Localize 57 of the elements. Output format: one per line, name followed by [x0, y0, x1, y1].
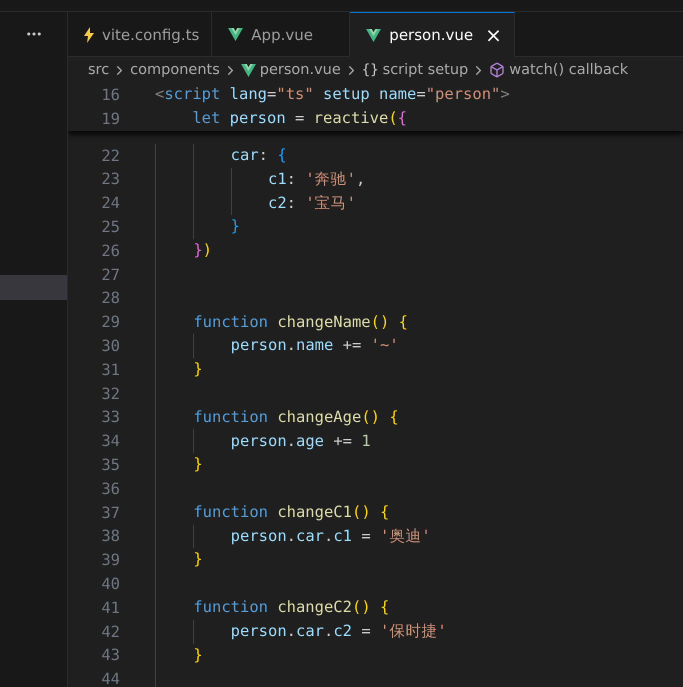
- line-number: 28: [100, 289, 120, 308]
- line-number: 34: [100, 432, 120, 450]
- code-line: car: {: [230, 148, 287, 164]
- code-line: person.car.c1 = '奥迪': [230, 528, 431, 544]
- line-number: 16: [100, 86, 120, 104]
- code-line: <script lang="ts" setup name="person">: [155, 87, 510, 103]
- breadcrumb-item[interactable]: src: [88, 62, 110, 78]
- line-number: 23: [100, 170, 120, 188]
- line-number: 38: [100, 527, 120, 546]
- line-number: 29: [100, 313, 120, 332]
- code-line: function changeC2() {: [192, 600, 390, 616]
- vue-icon: [228, 28, 244, 41]
- line-number: 30: [100, 337, 120, 356]
- line-number: 22: [100, 146, 120, 165]
- code-line: c1: '奔驰',: [266, 172, 366, 188]
- code-line: function changeC1() {: [192, 504, 390, 520]
- line-number: 27: [100, 266, 120, 284]
- cube-icon: [489, 62, 506, 78]
- line-number: 36: [100, 480, 120, 498]
- line-number: 32: [100, 384, 120, 403]
- code-line: }: [192, 552, 203, 568]
- line-number: 26: [100, 242, 120, 260]
- editor-tab[interactable]: person.vue ×: [350, 12, 515, 57]
- line-number: 25: [100, 218, 120, 236]
- breadcrumb-item[interactable]: components: [130, 62, 220, 78]
- vue-icon: [240, 64, 256, 76]
- vue-icon: [366, 28, 382, 42]
- lightning-icon: [84, 26, 94, 42]
- code-line: }: [230, 219, 240, 235]
- breadcrumb-item[interactable]: person.vue: [260, 62, 341, 78]
- line-number: 41: [100, 598, 120, 617]
- code-line: }): [192, 243, 212, 259]
- line-number: 40: [100, 575, 120, 594]
- line-number: 31: [100, 360, 120, 379]
- line-number: 35: [100, 456, 120, 474]
- line-number: 19: [100, 110, 120, 128]
- code-line: person.age += 1: [230, 434, 371, 449]
- line-number: 42: [100, 622, 120, 641]
- code-line: }: [192, 362, 203, 378]
- breadcrumb-item[interactable]: watch() callback: [509, 62, 628, 78]
- code-line: function changeAge() {: [192, 410, 399, 426]
- breadcrumb-item[interactable]: script setup: [382, 62, 468, 78]
- code-line: c2: '宝马': [266, 196, 356, 212]
- close-button[interactable]: ×: [485, 25, 502, 45]
- code-line: }: [192, 457, 203, 473]
- line-number: 24: [100, 194, 120, 212]
- code-line: function changeName() {: [192, 314, 408, 330]
- line-number: 37: [100, 504, 120, 522]
- line-number: 43: [100, 646, 120, 664]
- code-line: }: [192, 648, 203, 664]
- braces-icon: {}: [362, 62, 379, 78]
- line-number: 33: [100, 408, 120, 426]
- code-line: person.name += '~': [230, 338, 399, 354]
- code-line: person.car.c2 = '保时捷': [230, 624, 447, 640]
- line-number: 44: [100, 670, 120, 687]
- code-line: let person = reactive({: [191, 110, 407, 126]
- line-number: 39: [100, 551, 120, 570]
